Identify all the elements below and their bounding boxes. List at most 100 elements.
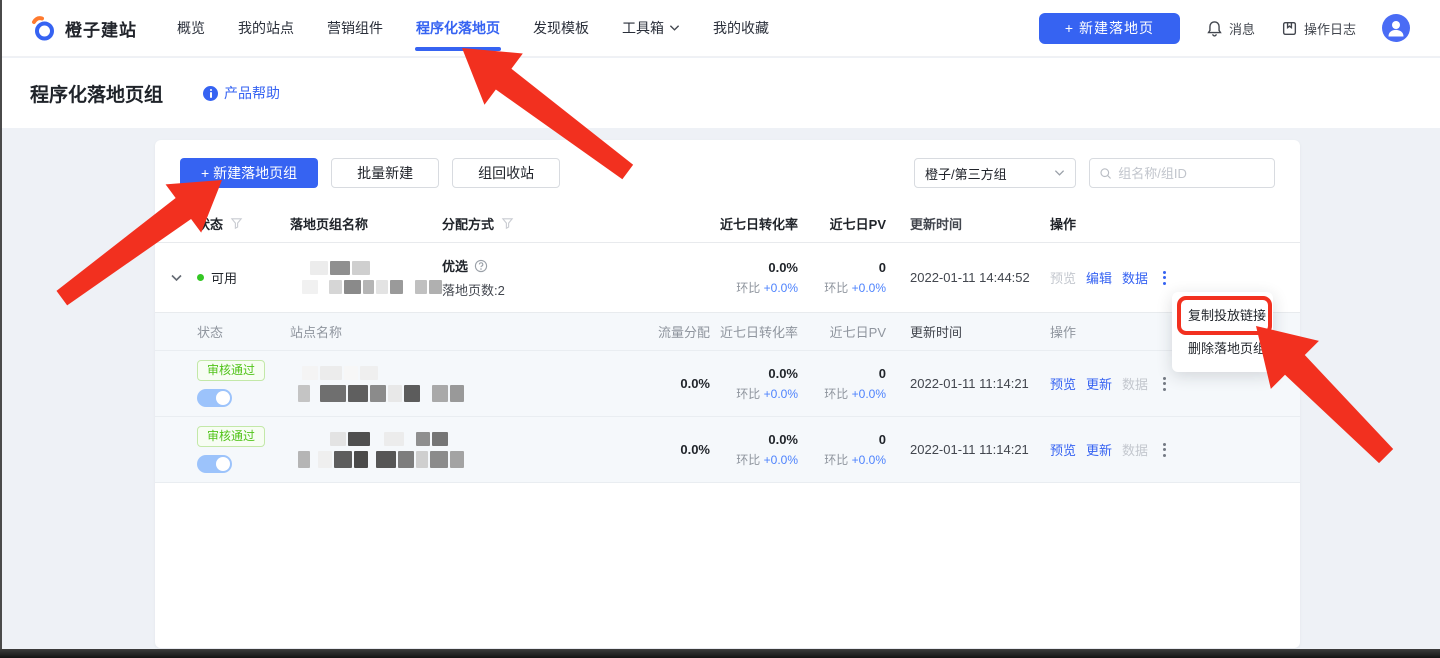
nav-item-my-sites[interactable]: 我的站点 [238,0,294,56]
page-title-bar: 程序化落地页组 产品帮助 [0,58,1440,128]
site-data-link[interactable]: 数据 [1122,440,1148,459]
search-icon [1100,167,1111,179]
site-more-actions-icon[interactable] [1158,440,1171,460]
subcol-time-label: 更新时间 [910,325,963,340]
nav-item-discover-templates[interactable]: 发现模板 [533,0,589,56]
site-traffic-value: 0.0% [680,442,710,457]
group-type-select[interactable]: 橙子/第三方组 [914,158,1076,188]
subcol-status-label: 状态 [197,325,224,340]
group-conversion-value: 0.0% [768,259,798,275]
site-name-redacted [290,365,558,402]
site-traffic-value: 0.0% [680,376,710,391]
batch-create-button[interactable]: 批量新建 [331,158,440,188]
nav-item-my-favorites[interactable]: 我的收藏 [713,0,769,56]
group-data-link[interactable]: 数据 [1122,268,1148,287]
group-recycle-bin-button[interactable]: 组回收站 [452,158,561,188]
info-icon [203,85,219,101]
site-status-toggle[interactable] [197,455,232,473]
status-dot [197,274,204,281]
site-conversion-value: 0.0% [768,431,798,447]
group-update-time: 2022-01-11 14:44:52 [910,270,1030,285]
subcol-site-label: 站点名称 [290,325,343,340]
subcol-traffic-label: 流量分配 [657,325,710,340]
chevron-down-icon [669,25,680,31]
group-pv-value: 0 [878,259,886,275]
group-conversion-compare: +0.0% [763,280,798,295]
new-landing-page-button[interactable]: + 新建落地页 [1038,12,1180,44]
landing-page-group-panel: + 新建落地页组 批量新建 组回收站 橙子/第三方组 状态 落地页组名称 [155,140,1300,648]
brand-logo-icon [32,15,54,40]
col-name-label: 落地页组名称 [290,217,369,232]
site-preview-link[interactable]: 预览 [1050,374,1076,393]
group-name-redacted [290,261,443,294]
group-edit-link[interactable]: 编辑 [1086,268,1112,287]
table-header-row: 状态 落地页组名称 分配方式 近七日转化率 近七日PV 更新时间 操作 [155,205,1300,243]
product-help-label: 产品帮助 [224,85,281,101]
group-method-note: 落地页数:2 [442,283,505,298]
group-method: 优选 [442,259,469,274]
messages-button[interactable]: 消息 [1206,19,1255,38]
journal-icon [1282,21,1297,35]
site-conversion-value: 0.0% [768,365,798,381]
group-row: 可用 优选 落地页数:2 0.0% 环比 +0.0% 0 环比 +0.0% 20… [155,243,1300,313]
window-left-edge [0,0,2,658]
group-search-box [1089,158,1275,188]
site-more-actions-icon[interactable] [1158,374,1171,394]
main-nav: 概览 我的站点 营销组件 程序化落地页 发现模板 工具箱 我的收藏 [177,0,769,56]
nav-item-marketing-components[interactable]: 营销组件 [327,0,383,56]
subcol-conversion-label: 近七日转化率 [719,325,798,340]
menu-item-delete-group[interactable]: 删除落地页组 [1172,332,1273,365]
filter-icon[interactable] [501,217,514,230]
site-name-redacted [290,431,558,468]
col-actions-label: 操作 [1050,217,1077,232]
user-avatar[interactable] [1382,14,1410,42]
group-type-select-value: 橙子/第三方组 [925,166,1007,182]
bell-icon [1207,20,1222,37]
nav-item-toolbox[interactable]: 工具箱 [622,0,680,56]
filter-icon[interactable] [230,217,243,230]
group-search-input[interactable] [1118,165,1265,181]
nav-item-overview[interactable]: 概览 [177,0,205,56]
table-toolbar: + 新建落地页组 批量新建 组回收站 橙子/第三方组 [180,158,1275,188]
site-update-link[interactable]: 更新 [1086,440,1112,459]
review-status-badge: 审核通过 [197,360,266,381]
messages-label: 消息 [1228,21,1255,37]
site-update-time: 2022-01-11 11:14:21 [910,442,1029,457]
new-landing-page-group-button[interactable]: + 新建落地页组 [180,158,319,188]
col-status-label: 状态 [197,217,224,232]
site-data-link[interactable]: 数据 [1122,374,1148,393]
subtable-header-row: 状态 站点名称 流量分配 近七日转化率 近七日PV 更新时间 操作 [155,313,1300,351]
col-conversion-label: 近七日转化率 [719,217,798,232]
site-preview-link[interactable]: 预览 [1050,440,1076,459]
site-update-time: 2022-01-11 11:14:21 [910,376,1029,391]
app: { "colors": { "primary": "#3663f2", "com… [0,0,1440,658]
subcol-pv-label: 近七日PV [829,325,886,340]
row-expand-chevron-icon[interactable] [170,273,183,283]
row-actions-context-menu: 复制投放链接 删除落地页组 [1172,292,1273,372]
site-row: 审核通过 0.0% 0.0% 环比 +0.0% 0 环比 +0.0% 2022- [155,417,1300,483]
operation-log-label: 操作日志 [1303,21,1356,37]
site-update-link[interactable]: 更新 [1086,374,1112,393]
help-circle-icon[interactable] [474,259,488,273]
group-preview-link[interactable]: 预览 [1050,268,1076,287]
chevron-down-icon [1054,170,1065,176]
site-status-toggle[interactable] [197,389,232,407]
product-help-link[interactable]: 产品帮助 [203,83,280,103]
top-navigation-bar: 橙子建站 概览 我的站点 营销组件 程序化落地页 发现模板 工具箱 我的收藏 +… [0,0,1440,57]
review-status-badge: 审核通过 [197,426,266,447]
brand-logo[interactable]: 橙子建站 [30,15,137,42]
page-title: 程序化落地页组 [30,84,164,106]
nav-item-programmatic-landing-page[interactable]: 程序化落地页 [416,0,500,56]
operation-log-button[interactable]: 操作日志 [1281,19,1356,38]
group-status: 可用 [211,271,238,286]
window-bottom-edge [0,649,1440,658]
col-method-label: 分配方式 [442,217,495,232]
site-row: 审核通过 0.0% 0.0% 环比 +0.0% 0 环比 +0.0% 2022- [155,351,1300,417]
menu-item-copy-delivery-link[interactable]: 复制投放链接 [1172,299,1273,332]
group-sites-subtable: 状态 站点名称 流量分配 近七日转化率 近七日PV 更新时间 操作 审核通过 0… [155,313,1300,483]
site-pv-value: 0 [878,365,886,381]
group-pv-compare: +0.0% [851,280,886,295]
top-right-actions: + 新建落地页 消息 操作日志 [1038,12,1410,44]
group-more-actions-icon[interactable] [1158,268,1171,288]
col-pv-label: 近七日PV [829,217,886,232]
